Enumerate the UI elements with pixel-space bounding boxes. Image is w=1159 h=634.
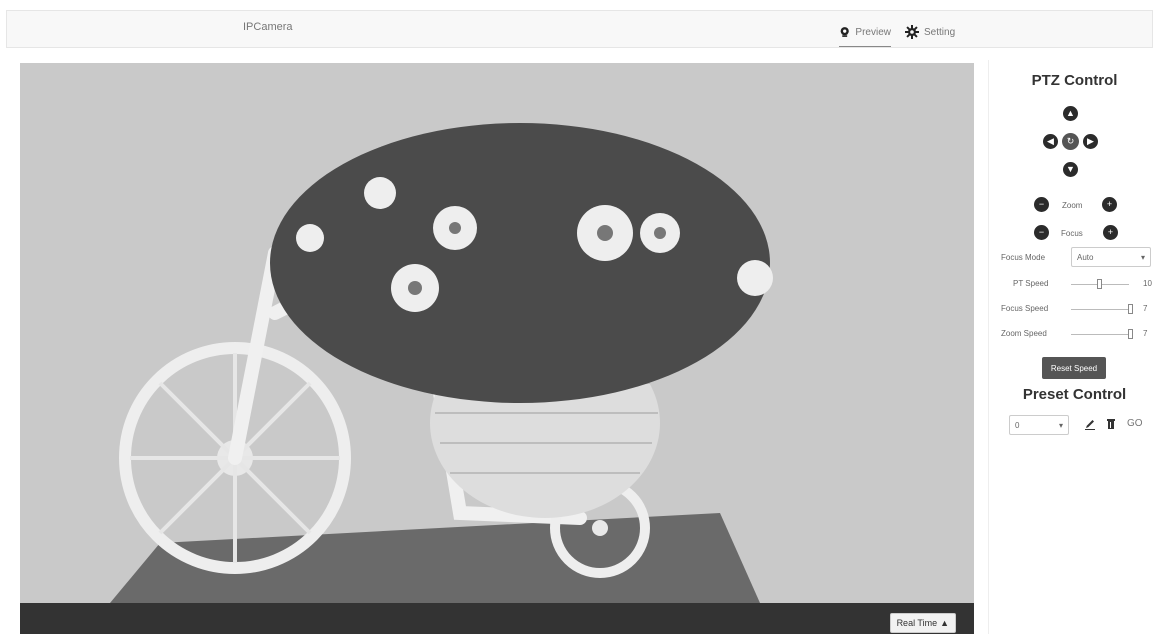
chevron-down-icon: ▼ xyxy=(1066,164,1075,174)
focus-speed-value: 7 xyxy=(1143,304,1148,313)
minus-icon: − xyxy=(1038,199,1045,209)
focus-near-button[interactable]: − xyxy=(1034,225,1049,240)
pt-speed-thumb[interactable] xyxy=(1097,279,1102,289)
zoom-out-button[interactable]: − xyxy=(1034,197,1049,212)
focus-label: Focus xyxy=(1061,229,1083,238)
nav-preview-label: Preview xyxy=(855,26,891,38)
top-navbar: IPCamera Preview Setting xyxy=(6,10,1153,48)
plus-icon: + xyxy=(1107,227,1114,237)
focus-speed-slider[interactable] xyxy=(1071,304,1133,314)
focus-mode-value: Auto xyxy=(1077,252,1094,262)
preset-control-title: Preset Control xyxy=(1022,386,1127,403)
pt-speed-value: 10 xyxy=(1143,279,1152,288)
video-preview[interactable]: Real Time ▲ xyxy=(20,63,974,634)
focus-speed-thumb[interactable] xyxy=(1128,304,1133,314)
focus-mode-label: Focus Mode xyxy=(1001,253,1046,262)
chevron-up-icon: ▲ xyxy=(1066,108,1075,118)
ptz-control-title: PTZ Control xyxy=(1031,72,1118,89)
ptz-left-button[interactable]: ◀ xyxy=(1043,134,1058,149)
trash-icon[interactable] xyxy=(1105,418,1117,430)
zoom-speed-label: Zoom Speed xyxy=(1001,329,1047,338)
zoom-speed-slider[interactable] xyxy=(1071,329,1133,339)
realtime-dropdown-button[interactable]: Real Time ▲ xyxy=(889,613,956,633)
pencil-edit-icon[interactable] xyxy=(1084,418,1096,430)
focus-speed-label: Focus Speed xyxy=(1001,304,1049,313)
preset-select[interactable]: 0 ▾ xyxy=(1009,415,1069,435)
zoom-in-button[interactable]: + xyxy=(1102,197,1117,212)
ptz-up-button[interactable]: ▲ xyxy=(1063,106,1078,121)
nav-setting-tab[interactable]: Setting xyxy=(905,18,955,46)
video-control-bar: Real Time ▲ xyxy=(20,603,974,634)
pt-speed-slider[interactable] xyxy=(1071,279,1129,289)
gear-icon xyxy=(905,25,919,39)
camera-icon xyxy=(840,27,849,37)
focus-mode-select[interactable]: Auto ▾ xyxy=(1071,247,1151,267)
realtime-label: Real Time xyxy=(896,618,938,628)
zoom-speed-thumb[interactable] xyxy=(1128,329,1133,339)
brand-title[interactable]: IPCamera xyxy=(243,21,293,33)
minus-icon: − xyxy=(1038,227,1045,237)
preset-select-value: 0 xyxy=(1015,420,1020,430)
caret-down-icon: ▾ xyxy=(1140,252,1145,262)
nav-setting-label: Setting xyxy=(924,26,956,38)
preset-go-button[interactable]: GO xyxy=(1127,418,1143,429)
refresh-icon: ↻ xyxy=(1066,136,1075,146)
nav-preview-tab[interactable]: Preview xyxy=(839,18,891,47)
caret-down-icon: ▾ xyxy=(1058,420,1063,430)
ptz-right-button[interactable]: ▶ xyxy=(1083,134,1098,149)
chevron-right-icon: ▶ xyxy=(1087,136,1094,146)
ptz-home-button[interactable]: ↻ xyxy=(1062,133,1079,150)
pt-speed-label: PT Speed xyxy=(1013,279,1049,288)
plus-icon: + xyxy=(1106,199,1113,209)
caret-up-icon: ▲ xyxy=(940,618,949,628)
zoom-label: Zoom xyxy=(1062,201,1083,210)
zoom-speed-value: 7 xyxy=(1143,329,1148,338)
camera-feed-image xyxy=(20,63,974,603)
chevron-left-icon: ◀ xyxy=(1047,136,1054,146)
ptz-down-button[interactable]: ▼ xyxy=(1063,162,1078,177)
focus-far-button[interactable]: + xyxy=(1103,225,1118,240)
reset-speed-button[interactable]: Reset Speed xyxy=(1042,357,1106,379)
control-panel: PTZ Control ▲ ◀ ↻ ▶ ▼ − Zoom + − Focus +… xyxy=(988,60,1159,634)
